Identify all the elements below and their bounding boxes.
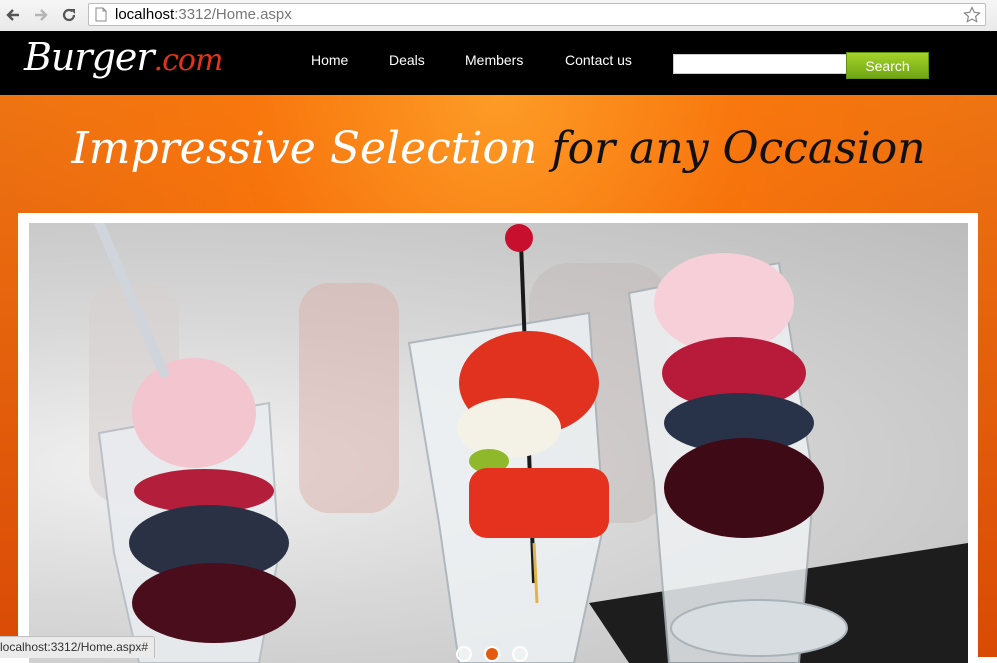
site-logo[interactable]: Burger.com: [24, 35, 223, 79]
address-bar[interactable]: localhost:3312/Home.aspx: [88, 3, 986, 26]
reload-button[interactable]: [58, 4, 80, 26]
forward-button[interactable]: [30, 4, 52, 26]
hero-banner: Impressive Selection for any Occasion: [0, 95, 997, 663]
image-slider[interactable]: [18, 213, 978, 663]
reload-icon: [62, 8, 76, 22]
slider-dot-1[interactable]: [456, 646, 472, 662]
page-icon: [95, 7, 107, 22]
slider-dot-3[interactable]: [512, 646, 528, 662]
status-url-bubble: localhost:3312/Home.aspx#: [0, 636, 156, 658]
slider-dot-2[interactable]: [484, 646, 500, 662]
menu-item-home[interactable]: Home: [311, 52, 348, 68]
search-button[interactable]: Search: [846, 52, 929, 79]
browser-toolbar: localhost:3312/Home.aspx: [0, 0, 997, 32]
forward-icon: [35, 9, 48, 21]
tagline-dark: for any Occasion: [551, 123, 926, 174]
menu-item-deals[interactable]: Deals: [389, 52, 425, 68]
url-text: localhost:3312/Home.aspx: [115, 6, 292, 23]
tagline-light: Impressive Selection: [71, 123, 538, 174]
back-icon: [6, 9, 19, 21]
bookmark-star-icon[interactable]: [963, 6, 981, 24]
menu-item-members[interactable]: Members: [465, 52, 523, 68]
menu-item-contact-us[interactable]: Contact us: [565, 52, 632, 68]
back-button[interactable]: [2, 4, 24, 26]
site-header: Burger.com Home Deals Members Contact us…: [0, 31, 997, 95]
slider-photo-desserts: [29, 223, 968, 663]
search-input[interactable]: [673, 54, 847, 74]
banner-tagline: Impressive Selection for any Occasion: [0, 123, 997, 174]
dessert-glasses-illustration: [89, 223, 968, 663]
